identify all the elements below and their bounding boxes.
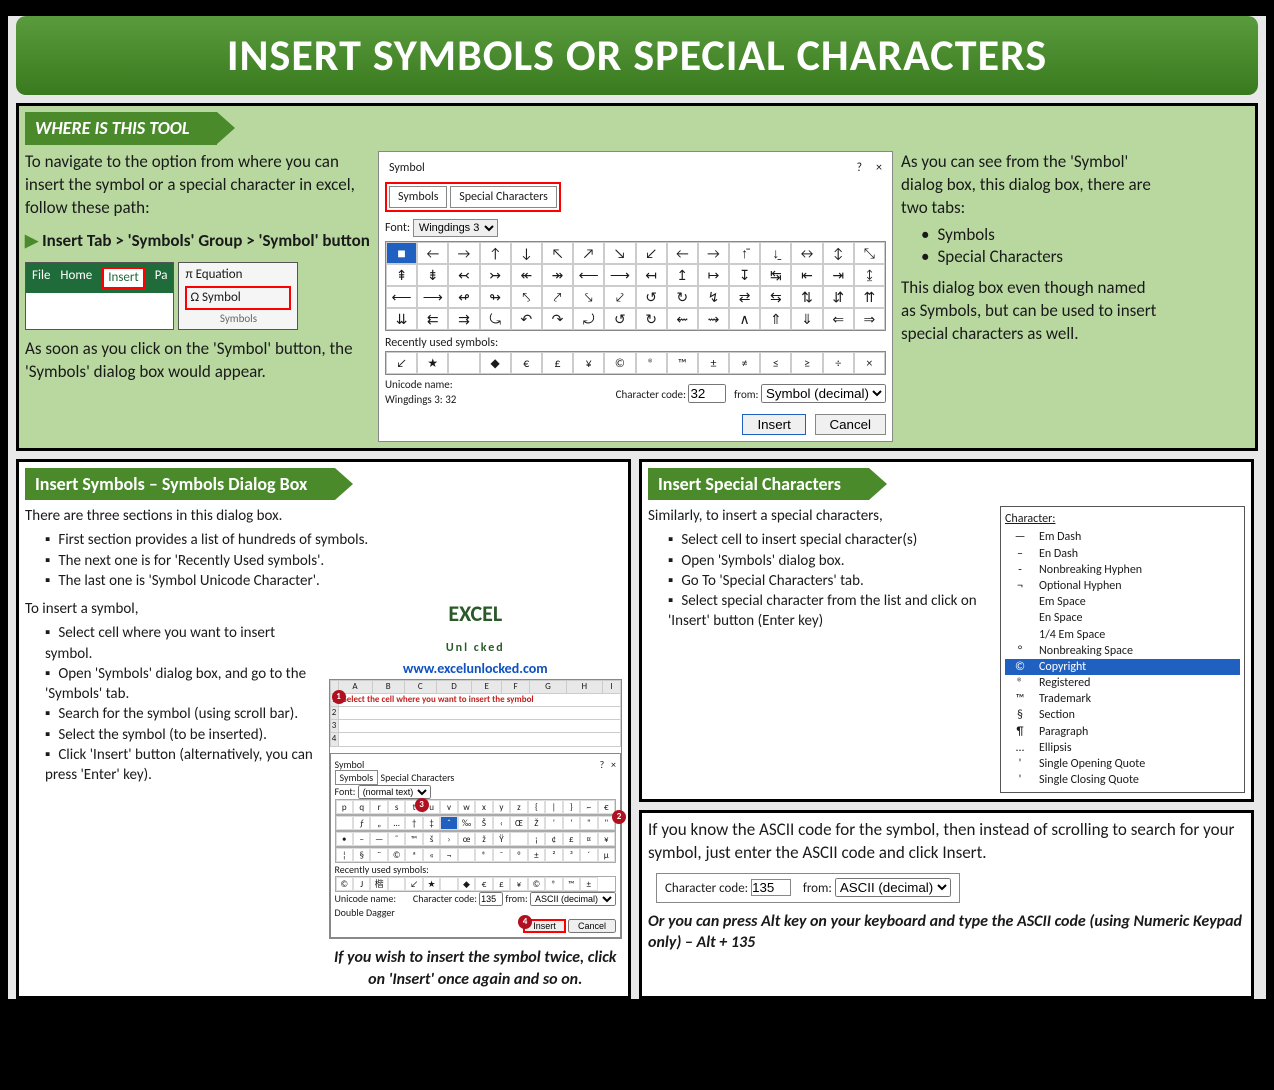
section-insert-symbols: Insert Symbols – Symbols Dialog Box Ther… (16, 459, 631, 999)
right-li-special: Special Characters (921, 246, 1161, 269)
repeat-note: If you wish to insert the symbol twice, … (329, 947, 623, 990)
step5: Click 'Insert' button (alternatively, yo… (45, 745, 319, 786)
section-where: WHERE IS THIS TOOL To navigate to the op… (16, 103, 1258, 451)
group-label: Symbols (185, 312, 291, 327)
sc-s3: Go To 'Special Characters' tab. (668, 571, 990, 591)
equation-button[interactable]: π Equation (185, 267, 242, 282)
unicode-name: Wingdings 3: 32 (385, 393, 456, 406)
symbol-grid[interactable]: ■←→↑↓↖↗↘↙←→↑̄↓̱↔↕⤡⇞⇟↢↣↞↠⟵⟶↤↥↦↧↹⇤⇥↨⟵⟶↫↬⤣⤤… (385, 241, 886, 331)
from-label: from: (734, 388, 759, 401)
ascii-code-input[interactable] (751, 879, 791, 896)
left-intro: There are three sections in this dialog … (25, 506, 622, 526)
help-icon[interactable]: ? (856, 161, 862, 175)
ascii-p1: If you know the ASCII code for the symbo… (648, 819, 1245, 865)
cancel-button[interactable]: Cancel (815, 414, 887, 435)
step1: Select cell where you want to insert sym… (45, 623, 319, 664)
page-title: INSERT SYMBOLS OR SPECIAL CHARACTERS (16, 16, 1258, 95)
ribbon-tab-insert[interactable]: Insert (102, 267, 145, 289)
where-intro: To navigate to the option from where you… (25, 151, 370, 220)
where-after: As soon as you click on the 'Symbol' but… (25, 338, 370, 384)
ascii-snippet: Character code: from: ASCII (decimal) (656, 873, 960, 903)
badge-4: 4 (518, 915, 532, 929)
recent-symbols[interactable]: ↙★◆€£¥©®™±≠≤≥÷× (385, 351, 886, 375)
charcode-input[interactable] (688, 384, 726, 403)
symbols-group: π Equation Ω Symbol Symbols (178, 262, 298, 330)
section-ascii: If you know the ASCII code for the symbo… (639, 810, 1254, 999)
header-insert-symbols: Insert Symbols – Symbols Dialog Box (25, 468, 335, 500)
ribbon-tab-pa[interactable]: Pa (155, 267, 168, 289)
special-char-list[interactable]: Character: —Em Dash–En Dash-Nonbreaking … (1000, 506, 1245, 793)
font-label: Font: (385, 221, 410, 235)
step4: Select the symbol (to be inserted). (45, 725, 319, 745)
font-select[interactable]: Wingdings 3 (413, 219, 498, 237)
sc-s2: Open 'Symbols' dialog box. (668, 551, 990, 571)
recent-label: Recently used symbols: (385, 335, 886, 351)
logo-block: EXCELUnl cked www.excelunlocked.com (329, 599, 623, 679)
left-li3: The last one is 'Symbol Unicode Characte… (45, 571, 622, 591)
symbol-dialog: Symbol ? × Symbols Special Characters Fon… (378, 151, 893, 442)
from-select[interactable]: Symbol (decimal) (761, 384, 886, 403)
ribbon-tab-home[interactable]: Home (60, 267, 92, 289)
right-li-symbols: Symbols (921, 224, 1161, 247)
badge-3: 3 (415, 798, 429, 812)
section-special-chars: Insert Special Characters Similarly, to … (639, 459, 1254, 802)
sheet-snippet: 1 ABCDEFGHI 1Select the cell where you w… (329, 679, 623, 939)
tab-symbols[interactable]: Symbols (389, 186, 447, 208)
sc-s4: Select special character from the list a… (668, 591, 990, 632)
symbol-button[interactable]: Ω Symbol (185, 286, 291, 310)
dialog-title-text: Symbol (389, 160, 425, 176)
nav-path: ▶Insert Tab > 'Symbols' Group > 'Symbol'… (25, 230, 370, 253)
left-sub: To insert a symbol, (25, 599, 319, 619)
ascii-p2: Or you can press Alt key on your keyboar… (648, 911, 1245, 954)
section-header-where: WHERE IS THIS TOOL (25, 112, 217, 144)
right-note: This dialog box even though named as Sym… (901, 277, 1161, 346)
ribbon-tab-file[interactable]: File (32, 267, 50, 289)
ascii-from-select[interactable]: ASCII (decimal) (835, 878, 951, 897)
header-special-chars: Insert Special Characters (648, 468, 869, 500)
play-icon: ▶ (25, 230, 38, 251)
website-link[interactable]: www.excelunlocked.com (403, 660, 548, 677)
step3: Search for the symbol (using scroll bar)… (45, 704, 319, 724)
tab-special-chars[interactable]: Special Characters (450, 186, 557, 208)
left-li1: First section provides a list of hundred… (45, 530, 622, 550)
close-icon[interactable]: × (876, 161, 882, 175)
step2: Open 'Symbols' dialog box, and go to the… (45, 664, 319, 705)
sc-s1: Select cell to insert special character(… (668, 530, 990, 550)
badge-1: 1 (332, 690, 346, 704)
sc-intro: Similarly, to insert a special character… (648, 506, 990, 526)
mini-symbol-dialog: 3 2 4 Symbol? × Symbols Special Characte… (330, 753, 622, 939)
charcode-label: Character code: (616, 388, 686, 401)
badge-2: 2 (612, 810, 626, 824)
unicode-label: Unicode name: (385, 378, 453, 391)
left-li2: The next one is for 'Recently Used symbo… (45, 551, 622, 571)
right-intro: As you can see from the 'Symbol' dialog … (901, 151, 1161, 220)
ribbon-snippet: File Home Insert Pa (25, 262, 174, 330)
insert-button[interactable]: Insert (742, 414, 805, 435)
